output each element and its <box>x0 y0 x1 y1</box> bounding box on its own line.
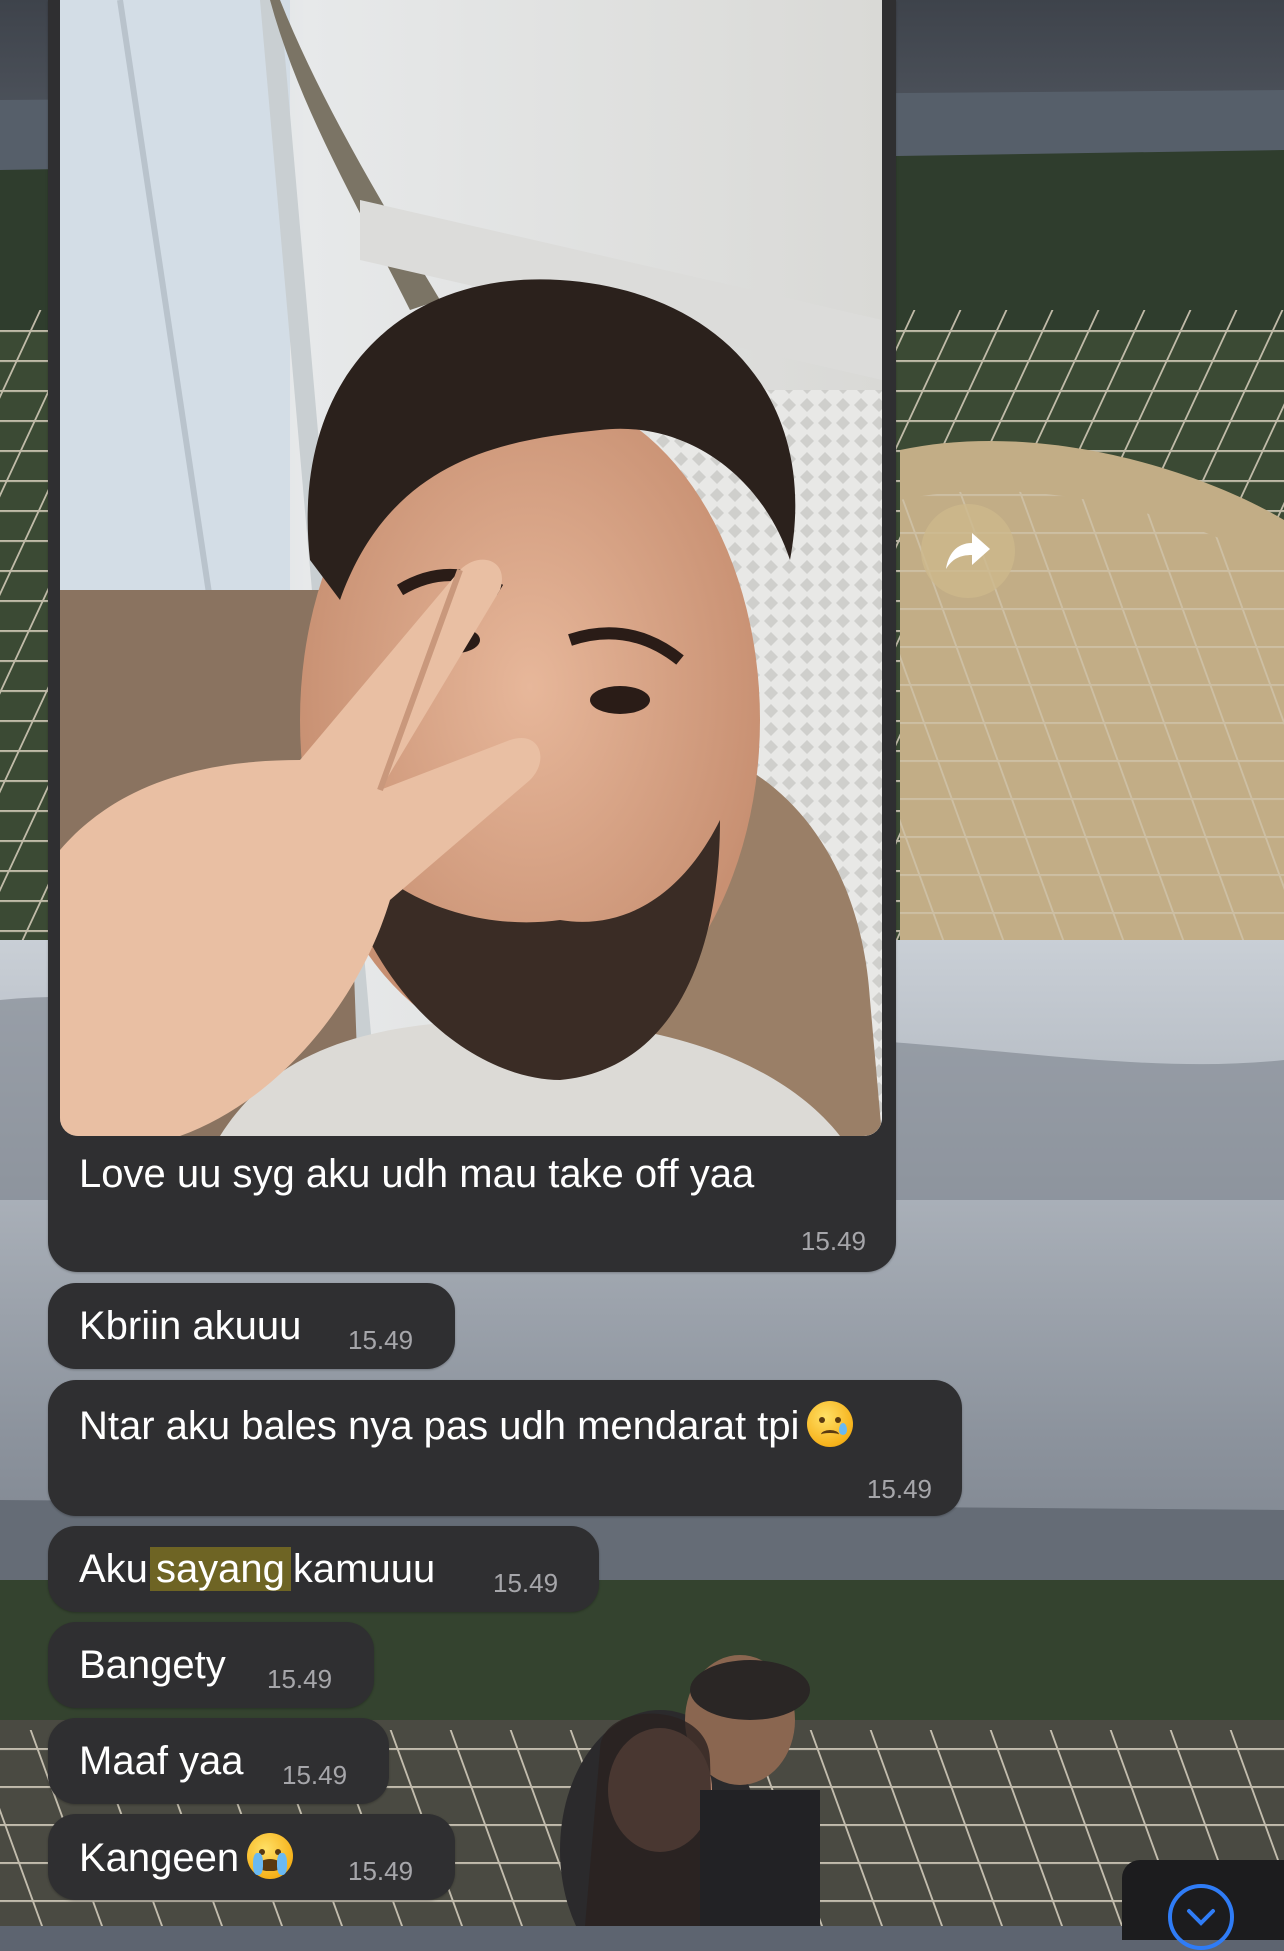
message-text-row: Ntar aku bales nya pas udh mendarat tpi <box>79 1401 854 1450</box>
message-timestamp: 15.49 <box>800 1226 866 1256</box>
loudly-crying-emoji <box>247 1833 294 1879</box>
selfie-image <box>60 0 882 1136</box>
photo-caption: Love uu syg aku udh mau take off yaa <box>79 1152 755 1196</box>
message-text-row: Kangeen <box>79 1833 294 1882</box>
message-timestamp: 15.49 <box>866 1474 932 1504</box>
search-highlight: sayang <box>149 1547 291 1591</box>
share-button[interactable] <box>921 504 1015 598</box>
message-text: Kangeen <box>79 1836 240 1880</box>
message-timestamp: 15.49 <box>348 1856 414 1886</box>
message-text: Kbriin akuuu <box>79 1304 302 1348</box>
scroll-to-bottom-button[interactable] <box>1168 1884 1234 1950</box>
scroll-to-bottom-panel[interactable] <box>1122 1860 1284 1950</box>
message-timestamp: 15.49 <box>267 1664 333 1694</box>
message-bubble[interactable]: Kangeen 15.49 <box>48 1814 455 1900</box>
share-arrow-icon <box>946 533 990 569</box>
crying-smile-emoji <box>807 1401 854 1447</box>
message-bubble[interactable]: Ntar aku bales nya pas udh mendarat tpi … <box>48 1380 962 1516</box>
message-text: Ntar aku bales nya pas udh mendarat tpi <box>79 1404 800 1448</box>
message-text-row: Aku sayang kamuuu <box>79 1545 435 1593</box>
photo-message-bubble[interactable]: Love uu syg aku udh mau take off yaa 15.… <box>48 0 896 1272</box>
message-bubble[interactable]: Maaf yaa 15.49 <box>48 1718 389 1804</box>
message-text: kamuuu <box>292 1547 436 1591</box>
message-bubble[interactable]: Aku sayang kamuuu 15.49 <box>48 1526 599 1612</box>
chevron-down-icon <box>1187 1909 1215 1926</box>
message-bubble[interactable]: Bangety 15.49 <box>48 1622 374 1708</box>
photo-attachment[interactable] <box>60 0 882 1136</box>
message-text: Aku <box>79 1547 148 1591</box>
message-text: Maaf yaa <box>79 1739 244 1783</box>
message-timestamp: 15.49 <box>282 1760 348 1790</box>
message-timestamp: 15.49 <box>348 1325 414 1355</box>
message-timestamp: 15.49 <box>493 1568 559 1598</box>
message-bubble[interactable]: Kbriin akuuu 15.49 <box>48 1283 455 1369</box>
message-text: Bangety <box>79 1643 226 1687</box>
